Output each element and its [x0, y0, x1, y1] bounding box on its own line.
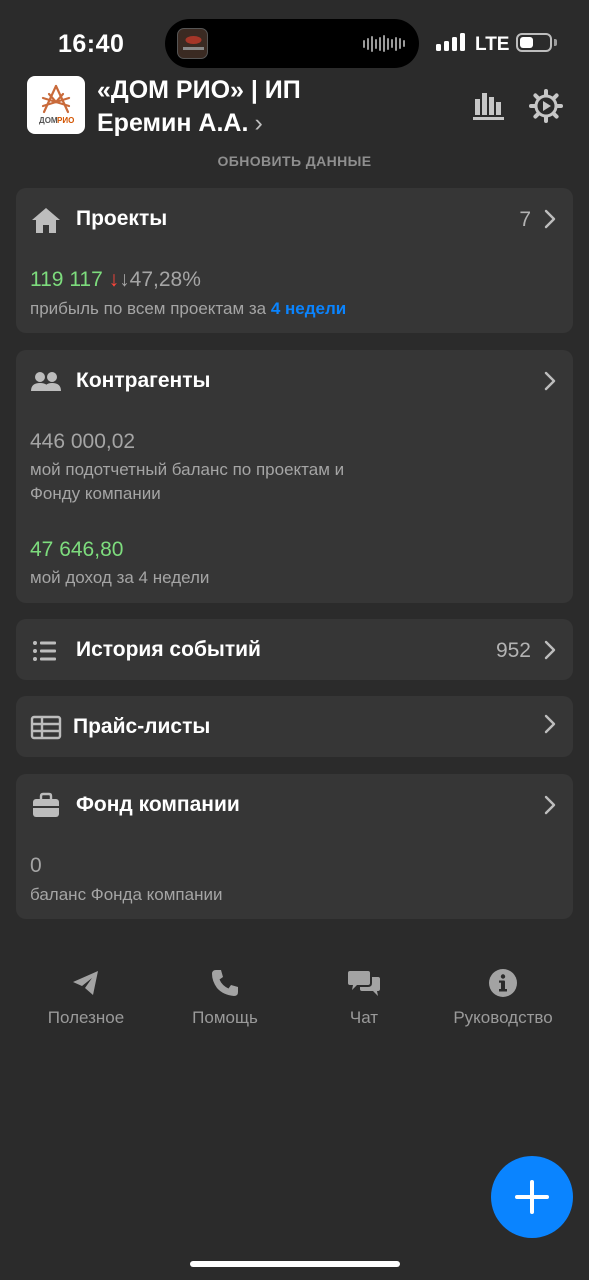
add-button[interactable]: [491, 1156, 573, 1238]
table-icon: [30, 713, 62, 743]
counterparties-card[interactable]: Контрагенты 446 000,02 мой подотчетный б…: [16, 350, 573, 603]
company-logo[interactable]: ДОМ РИО: [27, 76, 85, 134]
fund-balance-value: 0: [30, 854, 42, 877]
chat-label: Чат: [349, 1008, 379, 1027]
projects-profit-change: ↓↓47,28%: [109, 268, 201, 291]
bar-chart-icon[interactable]: [472, 89, 506, 123]
chevron-right-icon: [543, 714, 557, 734]
projects-profit-change-value: ↓47,28%: [119, 268, 201, 291]
projects-title: Проекты: [76, 207, 168, 230]
chevron-right-icon: [543, 209, 557, 229]
income-value: 47 646,80: [30, 538, 124, 561]
chat-icon: [348, 971, 380, 996]
projects-card[interactable]: Проекты 7 119 117 ↓↓47,28% прибыль по вс…: [16, 188, 573, 333]
arrow-down-icon: ↓: [108, 268, 120, 291]
live-activity-thumbnail: [177, 28, 208, 59]
event-history-title: История событий: [76, 638, 261, 661]
projects-profit-label: прибыль по всем проектам за: [30, 299, 267, 318]
refresh-data-button[interactable]: ОБНОВИТЬ ДАННЫЕ: [0, 153, 589, 169]
cellular-signal-icon: [436, 33, 465, 51]
help-link[interactable]: Помощь: [186, 968, 264, 1028]
company-fund-card[interactable]: Фонд компании 0 баланс Фонда компании: [16, 774, 573, 919]
briefcase-icon: [30, 791, 62, 821]
phone-icon: [212, 970, 238, 996]
accountable-balance-value: 446 000,02: [30, 430, 136, 453]
svg-text:ДОМ: ДОМ: [39, 116, 58, 125]
settings-gear-icon[interactable]: [529, 89, 563, 123]
status-bar: 16:40 LTE: [0, 0, 589, 80]
company-fund-title: Фонд компании: [76, 793, 240, 816]
event-history-count: 952: [495, 639, 531, 662]
price-lists-title: Прайс-листы: [73, 715, 211, 738]
svg-text:РИО: РИО: [57, 116, 74, 125]
audio-waveform-icon: [363, 35, 405, 52]
battery-icon: [516, 33, 552, 52]
price-lists-card[interactable]: Прайс-листы: [16, 696, 573, 757]
network-type: LTE: [475, 34, 510, 55]
chevron-right-icon: ›: [254, 109, 263, 137]
period-link[interactable]: 4 недели: [271, 299, 346, 318]
chevron-right-icon: [543, 640, 557, 660]
manual-label: Руководство: [453, 1008, 553, 1027]
help-label: Помощь: [192, 1008, 258, 1027]
accountable-balance-label: мой подотчетный баланс по проектам и Фон…: [30, 460, 345, 503]
company-owner: Еремин А.А.: [97, 109, 249, 137]
people-icon: [30, 367, 62, 397]
telegram-icon: [73, 971, 98, 995]
useful-link[interactable]: Полезное: [40, 968, 132, 1028]
list-icon: [30, 636, 62, 666]
company-name: «ДОМ РИО» | ИП: [97, 76, 301, 104]
manual-link[interactable]: Руководство: [444, 968, 562, 1028]
projects-count: 7: [519, 208, 531, 231]
home-indicator[interactable]: [190, 1261, 400, 1267]
fund-balance-label: баланс Фонда компании: [30, 885, 223, 904]
plus-icon: [515, 1180, 549, 1214]
chevron-right-icon: [543, 371, 557, 391]
home-icon: [30, 205, 62, 235]
counterparties-title: Контрагенты: [76, 369, 211, 392]
dynamic-island[interactable]: [165, 19, 419, 68]
chat-link[interactable]: Чат: [340, 968, 388, 1028]
income-label: мой доход за 4 недели: [30, 568, 210, 587]
chevron-right-icon: [543, 795, 557, 815]
status-time: 16:40: [58, 30, 125, 58]
projects-profit-caption: прибыль по всем проектам за 4 недели: [30, 297, 550, 321]
event-history-card[interactable]: История событий 952: [16, 619, 573, 680]
projects-profit-row: 119 117 ↓↓47,28%: [30, 268, 201, 292]
useful-label: Полезное: [47, 1008, 125, 1027]
info-icon: [489, 969, 517, 997]
projects-profit-value: 119 117: [30, 268, 103, 291]
company-selector[interactable]: «ДОМ РИО» | ИП Еремин А.А. ›: [97, 74, 301, 140]
